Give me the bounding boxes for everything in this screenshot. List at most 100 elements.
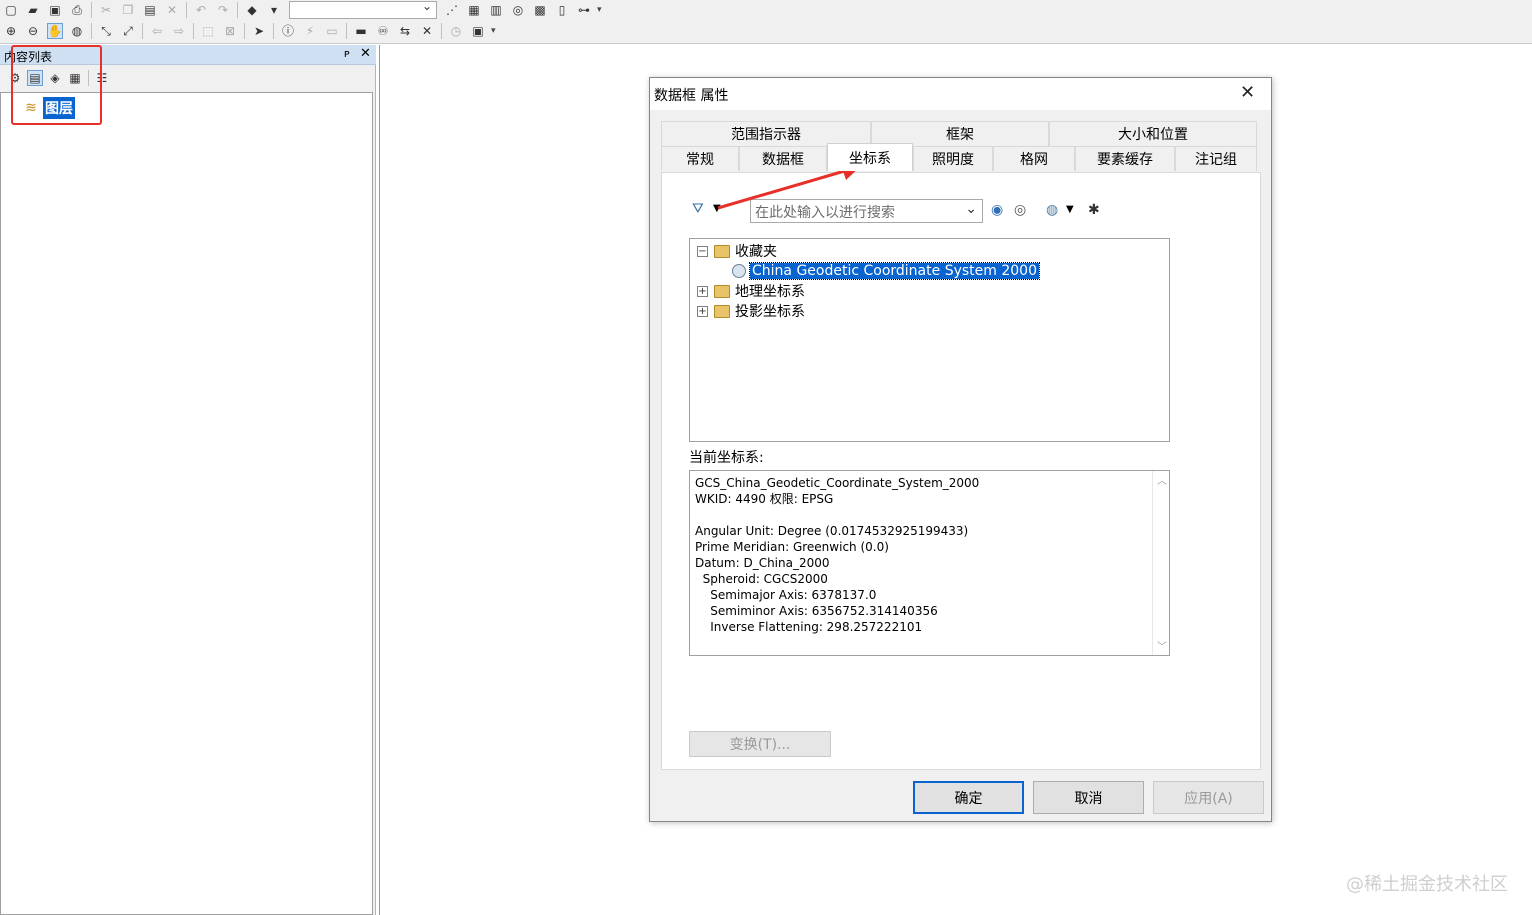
toolbar-separator xyxy=(88,70,89,86)
save-icon[interactable]: ▣ xyxy=(47,2,63,18)
full-extent-globe-icon[interactable]: ◍ xyxy=(69,23,85,39)
pin-icon[interactable]: ᴘ xyxy=(344,47,350,60)
search-icon[interactable]: ◉ xyxy=(991,202,1003,218)
toolbar-grip-icon[interactable]: ▾ xyxy=(597,5,602,15)
find-route-icon[interactable]: ⇆ xyxy=(397,23,413,39)
transformations-button[interactable]: 变换(T)... xyxy=(689,731,831,757)
tab-illumination[interactable]: 照明度 xyxy=(913,146,993,171)
undo-icon[interactable]: ↶ xyxy=(193,2,209,18)
close-icon[interactable]: ✕ xyxy=(360,46,371,61)
tabs-row-1: 范围指示器 框架 大小和位置 xyxy=(661,121,1257,146)
expand-icon[interactable]: + xyxy=(697,285,708,297)
tab-grids[interactable]: 格网 xyxy=(993,146,1075,171)
find-binoculars-icon[interactable]: ♾ xyxy=(375,23,391,39)
model-builder-icon[interactable]: ⊶ xyxy=(576,2,592,18)
zoom-out-icon[interactable]: ⊖ xyxy=(25,23,41,39)
dialog-close-icon[interactable]: ✕ xyxy=(1240,82,1255,103)
watermark: @稀土掘金技术社区 xyxy=(1346,874,1508,895)
chevron-down-icon[interactable]: ▼ xyxy=(713,203,721,214)
scroll-down-icon[interactable]: ﹀ xyxy=(1157,638,1167,653)
add-data-icon[interactable]: ◆ xyxy=(244,2,260,18)
collapse-icon[interactable]: − xyxy=(697,245,708,257)
details-text: GCS_China_Geodetic_Coordinate_System_200… xyxy=(695,475,979,635)
cut-icon[interactable]: ✂ xyxy=(98,2,114,18)
options-icon[interactable]: ☷ xyxy=(94,70,110,86)
cancel-button[interactable]: 取消 xyxy=(1033,781,1144,814)
new-document-icon[interactable]: ▢ xyxy=(3,2,19,18)
catalog-icon[interactable]: ▥ xyxy=(488,2,504,18)
back-arrow-icon[interactable]: ⇦ xyxy=(149,23,165,39)
toc-title: 内容列表 xyxy=(4,50,53,64)
filter-icon[interactable]: ⛛ xyxy=(692,201,704,217)
tab-general[interactable]: 常规 xyxy=(661,146,739,171)
layers-label[interactable]: 图层 xyxy=(43,97,75,119)
open-folder-icon[interactable]: ▰ xyxy=(25,2,41,18)
list-by-visibility-icon[interactable]: ◈ xyxy=(47,70,63,86)
editor-toolbar-icon[interactable]: ⋰ xyxy=(444,2,460,18)
fixed-zoom-in-icon[interactable]: ⤡ xyxy=(98,23,114,39)
print-icon[interactable]: ⎙ xyxy=(69,2,85,18)
detail-line: WKID: 4490 权限: EPSG xyxy=(695,492,834,506)
tab-size-and-position[interactable]: 大小和位置 xyxy=(1049,121,1257,146)
tab-feature-cache[interactable]: 要素缓存 xyxy=(1075,146,1175,171)
clear-selection-icon[interactable]: ⊠ xyxy=(222,23,238,39)
list-by-drawing-order-icon[interactable]: ⚙ xyxy=(7,70,23,86)
go-to-xy-icon[interactable]: ✕ xyxy=(419,23,435,39)
folder-icon xyxy=(714,284,730,298)
chevron-down-icon[interactable]: ⌄ xyxy=(965,201,977,217)
list-by-source-icon[interactable]: ▤ xyxy=(27,70,43,86)
tab-data-frame[interactable]: 数据框 xyxy=(739,146,827,171)
tab-annotation-groups[interactable]: 注记组 xyxy=(1175,146,1257,171)
layers-node[interactable]: ≋ 图层 xyxy=(23,97,75,119)
toolbar-separator xyxy=(244,23,245,39)
expand-icon[interactable]: + xyxy=(697,305,708,317)
standard-toolbar: ▢ ▰ ▣ ⎙ ✂ ❐ ▤ ✕ ↶ ↷ ◆ ▾ ⋰ ▦ ▥ ◎ ▩ ▯ ⊶ ▾ xyxy=(0,0,602,20)
clear-search-icon[interactable]: ◎ xyxy=(1014,202,1026,218)
add-to-favorites-icon[interactable]: ✱ xyxy=(1088,202,1100,218)
tree-node-projected[interactable]: + 投影坐标系 xyxy=(697,301,805,321)
tree-node-favorites[interactable]: − 收藏夹 xyxy=(697,241,777,261)
detail-line: Semiminor Axis: 6356752.314140356 xyxy=(695,604,938,618)
tree-node-cgcs2000[interactable]: China Geodetic Coordinate System 2000 xyxy=(732,261,1040,281)
chevron-down-icon[interactable]: ▾ xyxy=(266,2,282,18)
scroll-up-icon[interactable]: ︿ xyxy=(1157,472,1167,487)
time-slider-icon[interactable]: ◷ xyxy=(448,23,464,39)
fixed-zoom-out-icon[interactable]: ⤢ xyxy=(120,23,136,39)
toolbar-grip-icon[interactable]: ▾ xyxy=(491,26,496,36)
delete-icon[interactable]: ✕ xyxy=(164,2,180,18)
measure-icon[interactable]: ▬ xyxy=(353,23,369,39)
globe-add-icon[interactable]: ◍ xyxy=(1046,202,1058,218)
copy-icon[interactable]: ❐ xyxy=(120,2,136,18)
current-coordinate-system-details[interactable]: GCS_China_Geodetic_Coordinate_System_200… xyxy=(689,470,1170,656)
select-elements-arrow-icon[interactable]: ➤ xyxy=(251,23,267,39)
hyperlink-icon[interactable]: ⚡ xyxy=(302,23,318,39)
tree-node-geographic[interactable]: + 地理坐标系 xyxy=(697,281,805,301)
arctoolbox-icon[interactable]: ▩ xyxy=(532,2,548,18)
current-coordinate-system-label: 当前坐标系: xyxy=(689,450,764,466)
apply-button[interactable]: 应用(A) xyxy=(1153,781,1264,814)
pan-hand-icon[interactable]: ✋ xyxy=(47,23,63,39)
list-by-selection-icon[interactable]: ▦ xyxy=(67,70,83,86)
search-window-icon[interactable]: ◎ xyxy=(510,2,526,18)
chevron-down-icon[interactable]: ▼ xyxy=(1066,204,1074,215)
toc-toolbar: ⚙ ▤ ◈ ▦ ☷ xyxy=(0,66,112,90)
toolbar-separator xyxy=(237,2,238,18)
python-window-icon[interactable]: ▯ xyxy=(554,2,570,18)
search-input[interactable]: 在此处输入以进行搜索 ⌄ xyxy=(750,199,983,223)
details-scrollbar[interactable]: ︿ ﹀ xyxy=(1152,471,1169,655)
tabs-row-2: 常规 数据框 坐标系 照明度 格网 要素缓存 注记组 xyxy=(661,143,1257,171)
folder-icon xyxy=(714,304,730,318)
paste-icon[interactable]: ▤ xyxy=(142,2,158,18)
map-scale-combo[interactable] xyxy=(289,0,437,19)
forward-arrow-icon[interactable]: ⇨ xyxy=(171,23,187,39)
tree-label-cgcs2000[interactable]: China Geodetic Coordinate System 2000 xyxy=(749,262,1040,280)
viewer-window-icon[interactable]: ▣ xyxy=(470,23,486,39)
ok-button[interactable]: 确定 xyxy=(913,781,1024,814)
select-features-icon[interactable]: ⬚ xyxy=(200,23,216,39)
table-of-contents-icon[interactable]: ▦ xyxy=(466,2,482,18)
identify-icon[interactable]: ⓘ xyxy=(280,23,296,39)
zoom-in-icon[interactable]: ⊕ xyxy=(3,23,19,39)
redo-icon[interactable]: ↷ xyxy=(215,2,231,18)
html-popup-icon[interactable]: ▭ xyxy=(324,23,340,39)
tab-coordinate-system[interactable]: 坐标系 xyxy=(827,143,913,171)
